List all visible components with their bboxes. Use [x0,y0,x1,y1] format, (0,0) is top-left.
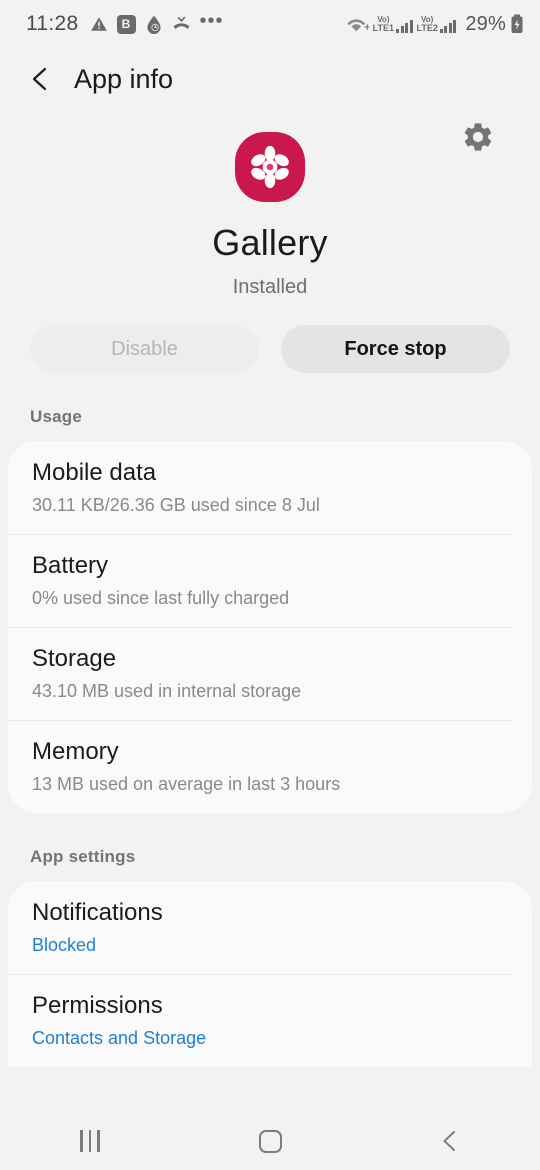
app-bar: App info [0,48,540,110]
app-install-state: Installed [232,276,308,298]
more-icons-overflow: ••• [199,10,224,32]
sim1-signal-bars [396,19,413,33]
disable-button[interactable]: Disable [30,325,259,373]
home-icon[interactable] [225,1119,315,1163]
page-title: App info [74,63,174,94]
list-item-memory[interactable]: Memory 13 MB used on average in last 3 h… [8,720,532,813]
list-item-battery[interactable]: Battery 0% used since last fully charged [8,534,532,627]
action-buttons: Disable Force stop [0,299,540,373]
status-right-icons: Vo) LTE1 Vo) LTE2 29% [347,13,524,36]
sim2-lte-text: LTE2 [416,22,438,33]
row-subtitle: 43.10 MB used in internal storage [32,681,302,701]
recents-icon[interactable] [45,1119,135,1163]
usage-card: Mobile data 30.11 KB/26.36 GB used since… [8,441,532,813]
water-drop-clock-icon [145,15,163,34]
bixby-b-icon: B [116,14,136,34]
row-subtitle: Blocked [32,935,97,955]
battery-charging-icon [510,14,524,34]
sim1-signal: Vo) LTE1 [372,15,413,33]
app-name: Gallery [212,222,328,263]
row-title: Notifications [32,899,163,926]
row-title: Battery [32,552,109,579]
sim2-volte-label: Vo) LTE2 [416,15,438,33]
sim1-lte-text: LTE1 [372,22,395,33]
back-icon[interactable] [405,1119,495,1163]
recents-glyph [80,1130,100,1152]
list-item-notifications[interactable]: Notifications Blocked [8,881,532,974]
sim2-signal: Vo) LTE2 [416,15,457,33]
status-clock: 11:28 [26,12,79,35]
battery-percent-label: 29% [465,12,506,35]
back-chevron-icon[interactable] [26,64,56,94]
list-item-permissions[interactable]: Permissions Contacts and Storage [8,974,532,1067]
list-item-storage[interactable]: Storage 43.10 MB used in internal storag… [8,627,532,720]
force-stop-button[interactable]: Force stop [281,325,510,373]
app-settings-card: Notifications Blocked Permissions Contac… [8,881,532,1067]
usage-section-header: Usage [30,407,83,426]
gallery-flower-icon [235,132,305,202]
missed-call-icon [172,16,191,33]
status-left-icons: B ••• [90,10,224,34]
app-header: Gallery Installed [0,110,540,299]
row-title: Permissions [32,992,163,1019]
row-title: Storage [32,645,117,672]
system-navigation-bar [0,1112,540,1170]
sim2-signal-bars [439,19,457,33]
row-subtitle: 13 MB used on average in last 3 hours [32,774,341,794]
warning-triangle-icon [90,15,108,33]
row-title: Memory [32,738,119,765]
phone-screen: 11:28 B ••• Vo) LTE1 Vo) LTE2 29% App in… [0,0,540,1170]
row-subtitle: Contacts and Storage [32,1028,207,1048]
sim1-volte-label: Vo) LTE1 [372,15,395,33]
row-subtitle: 0% used since last fully charged [32,588,290,608]
row-title: Mobile data [32,459,157,486]
list-item-mobile-data[interactable]: Mobile data 30.11 KB/26.36 GB used since… [8,441,532,534]
row-subtitle: 30.11 KB/26.36 GB used since 8 Jul [32,495,320,515]
status-bar: 11:28 B ••• Vo) LTE1 Vo) LTE2 29% [0,0,540,48]
home-glyph [258,1129,282,1153]
wifi-plus-icon [347,16,369,33]
gear-icon[interactable] [458,120,498,160]
app-settings-section-header: App settings [30,847,136,866]
